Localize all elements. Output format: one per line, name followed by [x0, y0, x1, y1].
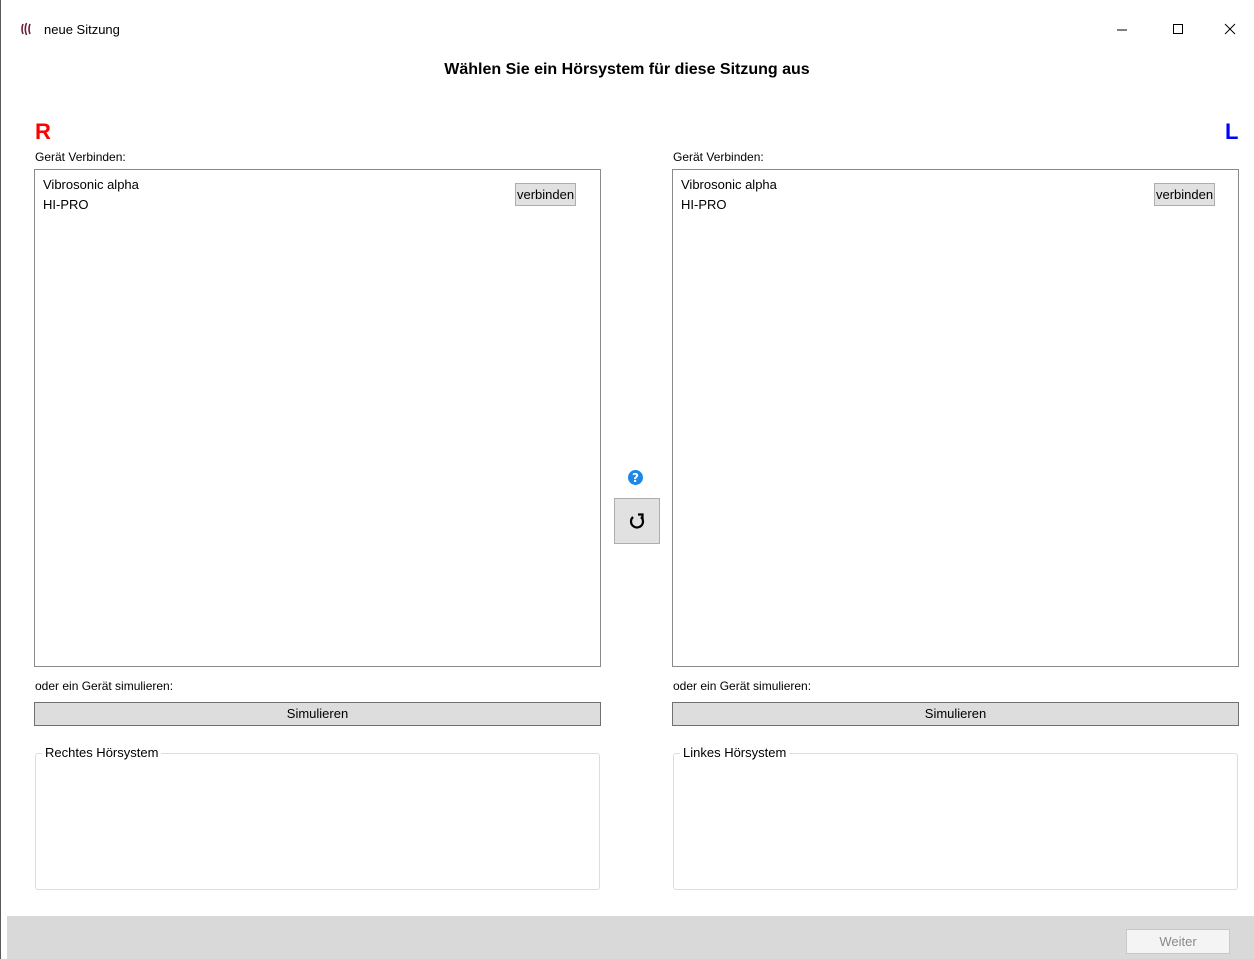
left-group-title: Linkes Hörsystem — [680, 745, 790, 761]
minimize-icon — [1117, 29, 1127, 31]
minimize-button[interactable] — [1099, 13, 1145, 45]
right-device-item[interactable]: HI-PRO — [43, 196, 89, 214]
right-device-list[interactable]: Vibrosonic alpha HI-PRO verbinden — [34, 169, 601, 667]
left-simulate-label: oder ein Gerät simulieren: — [673, 679, 812, 693]
right-hearing-system-group: Rechtes Hörsystem — [35, 745, 600, 890]
refresh-icon — [629, 513, 645, 529]
maximize-icon — [1173, 24, 1183, 34]
left-simulate-button[interactable]: Simulieren — [672, 702, 1239, 726]
left-side-marker: L — [1225, 119, 1239, 144]
svg-text:?: ? — [632, 471, 639, 485]
close-icon — [1224, 23, 1236, 35]
footer-bar: Weiter — [7, 916, 1254, 959]
refresh-button[interactable] — [614, 498, 660, 544]
left-connect-button[interactable]: verbinden — [1154, 183, 1216, 206]
right-simulate-label: oder ein Gerät simulieren: — [35, 679, 174, 693]
right-simulate-button[interactable]: Simulieren — [34, 702, 601, 726]
question-circle-icon[interactable]: ? — [627, 469, 644, 486]
next-button[interactable]: Weiter — [1126, 929, 1230, 954]
left-device-item[interactable]: Vibrosonic alpha — [681, 176, 777, 194]
left-connect-label: Gerät Verbinden: — [673, 150, 764, 164]
page-heading: Wählen Sie ein Hörsystem für diese Sitzu… — [444, 61, 810, 78]
maximize-button[interactable] — [1155, 13, 1201, 45]
right-connect-label: Gerät Verbinden: — [35, 150, 126, 164]
right-side-marker: R — [35, 119, 51, 144]
left-hearing-system-group: Linkes Hörsystem — [673, 745, 1238, 890]
left-device-item[interactable]: HI-PRO — [681, 196, 727, 214]
title-bar: neue Sitzung — [1, 0, 1254, 45]
sound-waves-icon — [21, 22, 35, 36]
window-title: neue Sitzung — [44, 22, 120, 37]
right-connect-button[interactable]: verbinden — [515, 183, 577, 206]
window-border — [0, 0, 1, 959]
right-device-item[interactable]: Vibrosonic alpha — [43, 176, 139, 194]
close-button[interactable] — [1207, 13, 1253, 45]
left-device-list[interactable]: Vibrosonic alpha HI-PRO verbinden — [672, 169, 1239, 667]
right-group-title: Rechtes Hörsystem — [42, 745, 162, 761]
